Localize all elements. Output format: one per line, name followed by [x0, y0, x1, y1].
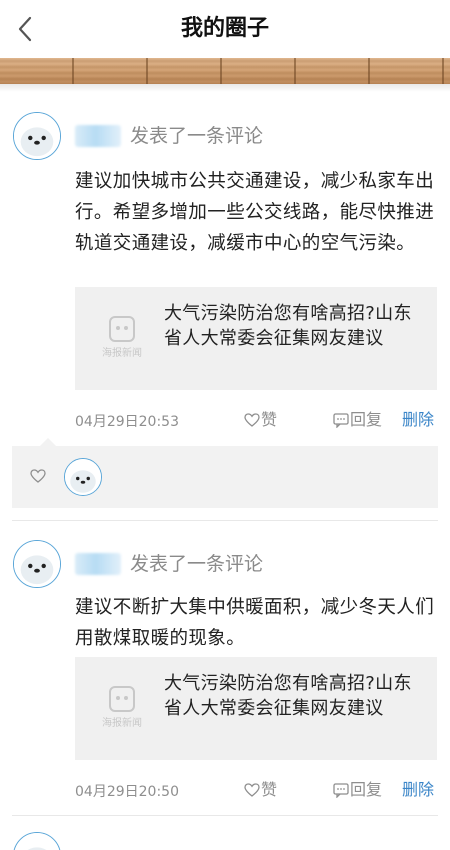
page-title: 我的圈子 [180, 16, 269, 41]
news-thumbnail-icon: 海报新闻 [85, 301, 159, 375]
liker-avatar[interactable] [64, 458, 102, 496]
reply-label: 回复 [350, 780, 383, 799]
like-button[interactable]: 赞 [244, 778, 277, 802]
news-title: 大气污染防治您有啥高招?山东省人大常委会征集网友建议 [164, 673, 412, 719]
post-meta: 04月29日20:50 赞 回复 删除 [75, 778, 440, 802]
like-button[interactable]: 赞 [244, 408, 277, 432]
news-thumb-label: 海报新闻 [102, 716, 142, 729]
reply-label: 回复 [350, 410, 383, 429]
delete-button[interactable]: 删除 [402, 408, 434, 432]
heart-outline-icon [30, 469, 46, 483]
reply-button[interactable]: 回复 [333, 408, 382, 432]
wood-banner [0, 58, 450, 84]
username-blurred [75, 125, 121, 147]
news-title: 大气污染防治您有啥高招?山东省人大常委会征集网友建议 [164, 303, 412, 349]
comment-text: 建议加快城市公共交通建设，减少私家车出行。希望多增加一些公交线路，能尽快推进轨道… [75, 171, 435, 254]
top-bar: 我的圈子 [0, 0, 450, 58]
seal-avatar-icon [65, 459, 101, 495]
avatar[interactable] [13, 832, 61, 850]
likes-pointer [40, 438, 56, 446]
comment-icon [333, 413, 349, 428]
likes-box [12, 438, 438, 508]
comment-text: 建议不断扩大集中供暖面积，减少冬天人们用散煤取暖的现象。 [75, 597, 435, 649]
comment-icon [333, 783, 349, 798]
divider [12, 520, 438, 521]
action-text: 发表了一条评论 [130, 125, 264, 147]
seal-avatar-icon [14, 541, 60, 587]
post-meta: 04月29日20:53 赞 回复 删除 [75, 408, 440, 432]
delete-button[interactable]: 删除 [402, 778, 434, 802]
like-label: 赞 [261, 780, 278, 799]
avatar[interactable] [13, 112, 61, 160]
avatar[interactable] [13, 540, 61, 588]
news-card[interactable]: 海报新闻 大气污染防治您有啥高招?山东省人大常委会征集网友建议 [75, 657, 437, 760]
seal-avatar-icon [14, 113, 60, 159]
seal-avatar-icon [14, 833, 60, 850]
like-label: 赞 [261, 410, 278, 429]
news-thumbnail-icon: 海报新闻 [85, 671, 159, 745]
heart-outline-icon [244, 413, 260, 427]
heart-outline-icon [244, 783, 260, 797]
action-text: 发表了一条评论 [130, 553, 264, 575]
divider [12, 815, 438, 816]
post-time: 04月29日20:50 [75, 784, 179, 800]
banner-shadow [0, 84, 450, 92]
news-thumb-label: 海报新闻 [102, 346, 142, 359]
reply-button[interactable]: 回复 [333, 778, 382, 802]
post-time: 04月29日20:53 [75, 414, 179, 430]
news-card[interactable]: 海报新闻 大气污染防治您有啥高招?山东省人大常委会征集网友建议 [75, 287, 437, 390]
username-blurred [75, 553, 121, 575]
